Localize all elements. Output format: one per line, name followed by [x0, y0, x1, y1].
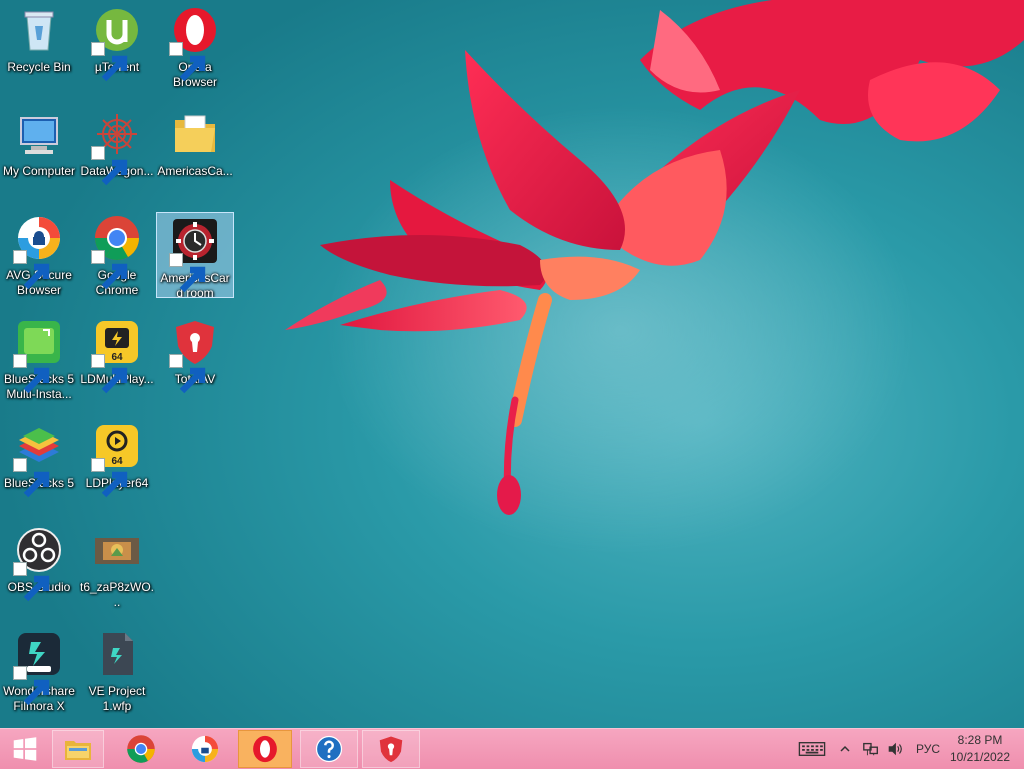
desktop-icon-utorrent[interactable]: µTorrent: [78, 2, 156, 102]
clock[interactable]: 8:28 PM 10/21/2022: [944, 729, 1016, 769]
shortcut-arrow-icon: [91, 250, 128, 290]
utorrent-icon: [91, 6, 141, 82]
shortcut-arrow-icon: [91, 458, 128, 498]
desktop-icon-google-chrome[interactable]: Google Chrome: [78, 210, 156, 310]
desktop-icon-label: My Computer: [2, 164, 76, 178]
desktop-icon-obs-studio[interactable]: OBS Studio: [0, 522, 78, 622]
taskbar-file-explorer[interactable]: [52, 730, 104, 768]
desktop-icon-opera-browser[interactable]: Opera Browser: [156, 2, 234, 102]
volume-icon[interactable]: [884, 729, 906, 769]
desktop-icon-label: t6_zaP8zWO...: [79, 580, 155, 609]
totalav-shield-icon: [169, 318, 219, 394]
language-indicator[interactable]: РУС: [912, 729, 944, 769]
desktop-icon-datawagon[interactable]: DataWagon...: [78, 106, 156, 206]
windows-start-icon: [13, 737, 37, 761]
help-icon: [315, 735, 343, 763]
recycle-bin-icon: [15, 6, 63, 54]
shortcut-arrow-icon: [169, 42, 206, 82]
desktop-icon-label: Recycle Bin: [7, 60, 71, 74]
datawagon-icon: [91, 110, 141, 186]
folder-icon: [171, 110, 219, 158]
keyboard-icon[interactable]: [796, 729, 828, 769]
taskbar-opera[interactable]: [238, 730, 292, 768]
shortcut-arrow-icon: [91, 42, 128, 82]
ldmultiplayer-icon: 64: [91, 318, 141, 394]
desktop-icon-image-file[interactable]: t6_zaP8zWO...: [78, 522, 156, 622]
opera-icon: [253, 735, 277, 763]
filmora-icon: [13, 630, 63, 706]
desktop-icon-totalav[interactable]: TotalAV: [156, 314, 234, 414]
clock-time: 8:28 PM: [957, 733, 1003, 747]
avg-browser-icon: [191, 735, 219, 763]
desktop-icon-avg-secure-browser[interactable]: AVG Secure Browser: [0, 210, 78, 310]
my-computer-icon: [15, 110, 63, 158]
start-button[interactable]: [0, 730, 50, 768]
shortcut-arrow-icon: [91, 146, 128, 186]
opera-icon: [169, 6, 219, 82]
image-thumbnail-icon: [93, 526, 141, 574]
shortcut-arrow-icon: [13, 250, 50, 290]
desktop-icon-americascardroom-folder[interactable]: AmericasCa...: [156, 106, 234, 206]
bluestacks-multi-icon: [13, 318, 63, 394]
desktop-icon-americascardroom[interactable]: AmericasCard room: [156, 212, 234, 298]
taskbar-totalav[interactable]: [362, 730, 420, 768]
shortcut-arrow-icon: [13, 458, 50, 498]
taskbar-chrome[interactable]: [112, 730, 170, 768]
network-icon[interactable]: [860, 729, 882, 769]
desktop-icon-bluestacks-multi[interactable]: BlueStacks 5 Multi-Insta...: [0, 314, 78, 414]
chrome-icon: [91, 214, 141, 290]
desktop-icon-my-computer[interactable]: My Computer: [0, 106, 78, 206]
desktop-icon-wondershare-filmora[interactable]: Wondershare Filmora X: [0, 626, 78, 726]
shortcut-arrow-icon: [91, 354, 128, 394]
shortcut-arrow-icon: [13, 666, 50, 706]
taskbar-avg-browser[interactable]: [176, 730, 234, 768]
ldplayer-icon: 64: [91, 422, 141, 498]
file-explorer-icon: [65, 741, 91, 760]
shortcut-arrow-icon: [169, 354, 206, 394]
clock-date: 10/21/2022: [949, 750, 1011, 764]
desktop-icon-label: AmericasCa...: [157, 164, 233, 178]
show-hidden-icons-chevron-icon[interactable]: [838, 729, 852, 769]
chrome-icon: [127, 735, 155, 763]
desktop-icon-ve-project[interactable]: VE Project 1.wfp: [78, 626, 156, 726]
bluestacks-icon: [13, 422, 63, 498]
shortcut-arrow-icon: [169, 253, 206, 293]
taskbar-help[interactable]: [300, 730, 358, 768]
desktop-icon-bluestacks-5[interactable]: BlueStacks 5: [0, 418, 78, 518]
desktop-icon-ldmultiplayer[interactable]: 64 LDMultiPlay...: [78, 314, 156, 414]
shortcut-arrow-icon: [13, 562, 50, 602]
avg-browser-icon: [13, 214, 63, 290]
desktop-icon-ldplayer64[interactable]: 64 LDPlayer64: [78, 418, 156, 518]
totalav-icon: [379, 736, 403, 763]
taskbar: РУС 8:28 PM 10/21/2022: [0, 728, 1024, 769]
obs-studio-icon: [13, 526, 63, 602]
desktop-icon-recycle-bin[interactable]: Recycle Bin: [0, 2, 78, 102]
americascardroom-icon: [169, 217, 219, 293]
filmora-project-file-icon: [93, 630, 141, 678]
desktop-icon-label: VE Project 1.wfp: [88, 684, 146, 713]
shortcut-arrow-icon: [13, 354, 50, 394]
